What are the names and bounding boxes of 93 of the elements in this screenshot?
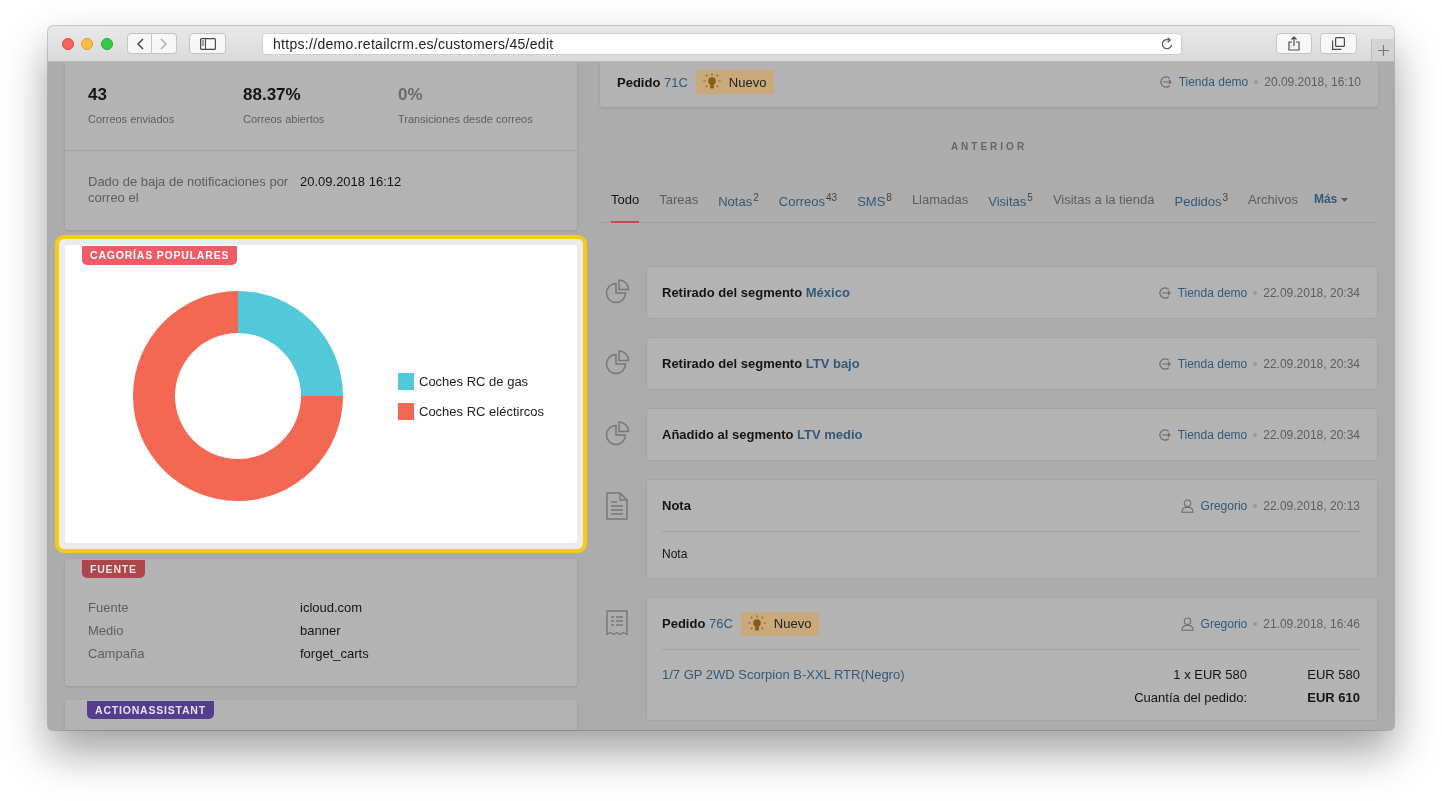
separator-dot-icon: [1253, 503, 1258, 508]
reload-icon[interactable]: [1161, 37, 1173, 50]
document-icon: [606, 492, 628, 521]
window-minimize-icon[interactable]: [81, 37, 93, 50]
field-label: Fuente: [88, 599, 130, 617]
stat-label: Transiciones desde correos: [398, 112, 534, 126]
share-button[interactable]: [1276, 33, 1312, 54]
event-date: 22.09.2018, 20:34: [1263, 285, 1360, 300]
more-dropdown[interactable]: Más: [1313, 189, 1349, 224]
actor-link[interactable]: Tienda demo: [1178, 75, 1249, 89]
section-heading: ANTERIOR: [949, 140, 1029, 154]
c-arrow-icon: [1157, 356, 1171, 371]
receipt-icon: [606, 610, 628, 637]
event-date: 22.09.2018, 20:34: [1263, 356, 1360, 371]
event-date: 22.09.2018, 20:34: [1263, 427, 1360, 442]
actor-link[interactable]: Tienda demo: [1177, 356, 1248, 371]
sidebar-button[interactable]: [189, 33, 226, 54]
stat-value: 88.37%: [243, 85, 302, 105]
sidebar-icon: [199, 37, 216, 50]
tabs-icon: [1332, 37, 1345, 50]
status-text: Nuevo: [773, 616, 812, 632]
caret-icon: [1341, 197, 1349, 202]
chevron-left-icon: [135, 37, 144, 50]
total-label: Cuantía del pedido:: [1134, 689, 1247, 708]
filter-tab[interactable]: Todo: [611, 189, 640, 224]
product-link[interactable]: 1/7 GP 2WD Scorpion B-XXL RTR(Negro): [662, 663, 1135, 687]
pie-chart-icon: [605, 350, 630, 376]
section-label: ACTIONASSISTANT: [87, 701, 214, 719]
field-label: Campaña: [88, 645, 146, 663]
section-label: CAGORÍAS POPULARES: [82, 246, 238, 265]
status-text: Nuevo: [728, 74, 767, 90]
chevron-right-icon: [160, 37, 168, 50]
show-tabs-button[interactable]: [1320, 33, 1357, 54]
back-button[interactable]: [127, 33, 152, 54]
stat-value: 43: [88, 85, 108, 105]
event-title: Nota: [662, 498, 691, 514]
separator-dot-icon: [1253, 290, 1258, 295]
stat-label: Correos enviados: [88, 112, 176, 126]
separator-dot-icon: [1253, 432, 1258, 437]
event-date: 21.09.2018, 16:46: [1263, 616, 1360, 631]
event-date: 20.09.2018, 16:10: [1264, 75, 1361, 89]
filter-tab[interactable]: Pedidos$^{3}$: [1174, 189, 1229, 224]
pie-chart-icon: [605, 421, 630, 447]
event-title: Retirado del segmento LTV bajo: [662, 356, 860, 372]
order-link[interactable]: 76C: [708, 616, 733, 632]
event-title: Pedido 71C: [617, 74, 688, 90]
segment-link[interactable]: LTV bajo: [805, 356, 860, 372]
c-arrow-icon: [1158, 75, 1172, 89]
separator-dot-icon: [1253, 621, 1258, 626]
filter-tab[interactable]: SMS$^{8}$: [857, 189, 892, 224]
field-label: Medio: [88, 622, 125, 640]
field-value: 20.09.2018 16:12: [300, 174, 402, 191]
event-title: Añadido al segmento LTV medio: [662, 427, 863, 443]
event-title: Pedido 76C: [662, 616, 733, 632]
c-arrow-icon: [1157, 285, 1171, 300]
field-label: Dado de baja de notificaciones por correo el: [88, 174, 290, 206]
order-total: EUR 610: [1306, 689, 1360, 708]
actor-link[interactable]: Gregorio: [1200, 498, 1248, 513]
separator-dot-icon: [1253, 361, 1258, 366]
event-date: 22.09.2018, 20:13: [1263, 498, 1360, 513]
share-icon: [1288, 36, 1300, 51]
stat-label: Correos abiertos: [243, 112, 326, 126]
window-zoom-icon[interactable]: [101, 37, 113, 50]
legend-label: Coches RC eléctircos: [419, 403, 544, 419]
c-arrow-icon: [1157, 427, 1171, 442]
lightbulb-icon: [747, 614, 766, 633]
event-title: Retirado del segmento México: [662, 285, 850, 301]
user-icon: [1180, 498, 1194, 513]
address-bar[interactable]: https://demo.retailcrm.es/customers/45/edit: [262, 32, 1182, 55]
legend-label: Coches RC de gas: [419, 373, 529, 389]
line-amount: EUR 580: [1306, 666, 1360, 685]
note-text: Nota: [662, 546, 689, 564]
pie-chart-icon: [605, 279, 630, 305]
order-link[interactable]: 71C: [663, 74, 688, 90]
section-label: FUENTE: [82, 560, 145, 578]
actor-link[interactable]: Tienda demo: [1177, 427, 1248, 442]
segment-link[interactable]: LTV medio: [797, 427, 863, 443]
segment-link[interactable]: México: [805, 285, 850, 301]
actor-link[interactable]: Gregorio: [1200, 616, 1248, 631]
stat-value: 0%: [398, 85, 424, 105]
quantity-price: 1 x EUR 580: [1172, 666, 1247, 685]
field-value: icloud.com: [300, 599, 363, 617]
filter-tab[interactable]: Notas$^{2}$: [718, 189, 759, 224]
field-value: banner: [300, 622, 341, 640]
filter-tab[interactable]: Visitas$^{5}$: [988, 189, 1033, 224]
user-icon: [1180, 616, 1194, 631]
actor-link[interactable]: Tienda demo: [1177, 285, 1248, 300]
plus-icon: [1377, 44, 1389, 56]
new-tab-button[interactable]: [1371, 39, 1394, 61]
field-value: forget_carts: [300, 645, 369, 663]
window-close-icon[interactable]: [62, 37, 74, 50]
filter-tab[interactable]: Correos$^{43}$: [778, 189, 838, 224]
lightbulb-icon: [702, 73, 721, 91]
